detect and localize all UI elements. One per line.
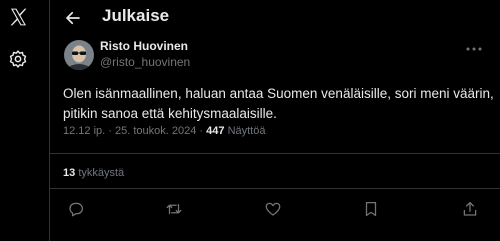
divider — [50, 153, 500, 154]
likes-label: tykkäystä — [78, 167, 125, 179]
left-rail — [0, 0, 36, 241]
retweet-icon[interactable] — [165, 200, 183, 218]
bookmark-icon[interactable] — [362, 200, 380, 218]
reply-icon[interactable] — [67, 200, 85, 218]
likes-count: 13 — [63, 167, 76, 179]
more-icon[interactable] — [464, 44, 484, 54]
page-header: Julkaise — [50, 0, 500, 36]
heart-icon[interactable] — [264, 200, 282, 218]
page-title: Julkaise — [102, 6, 170, 25]
author-handle[interactable]: @risto_huovinen — [100, 55, 190, 69]
tweet-text-line: pitikin sanoa että kehitysmaalaisille. — [63, 106, 277, 121]
x-logo-icon[interactable] — [8, 7, 29, 27]
meta-separator: · — [199, 125, 204, 137]
tweet-text: Olen isänmaallinen, haluan antaa Suomen … — [63, 84, 495, 124]
back-arrow-icon[interactable] — [64, 9, 82, 27]
main-column: Julkaise Risto Huovinen @risto_huovinen … — [49, 0, 500, 241]
views-count: 447 — [206, 125, 225, 137]
share-icon[interactable] — [461, 200, 479, 218]
tweet-date[interactable]: 25. toukok. 2024 — [115, 125, 196, 137]
views-label: Näyttöä — [227, 125, 266, 137]
tweet-time[interactable]: 12.12 ip. — [63, 125, 105, 137]
tweet-text-line: Olen isänmaallinen, haluan antaa Suomen … — [63, 86, 494, 101]
meta-separator: · — [108, 125, 112, 137]
tweet-meta: 12.12 ip. · 25. toukok. 2024 · 447 Näytt… — [63, 125, 265, 137]
gear-icon[interactable] — [8, 49, 28, 69]
avatar[interactable] — [64, 40, 94, 70]
likes-summary[interactable]: 13 tykkäystä — [63, 167, 124, 179]
author-name[interactable]: Risto Huovinen — [100, 39, 188, 53]
divider — [50, 188, 500, 189]
